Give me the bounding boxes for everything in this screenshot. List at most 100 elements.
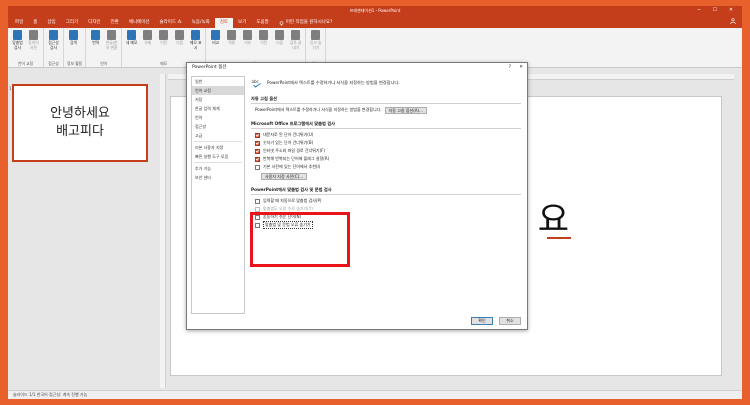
options-nav: 일반 언어 교정 저장 한글 입력 체계 언어 접근성 고급 리본 사용자 지정… (191, 76, 245, 314)
tab-file[interactable]: 파일 (10, 18, 28, 28)
checkbox[interactable] (255, 140, 260, 146)
ribbon-button[interactable]: 접근성 검사 (47, 30, 60, 60)
title-bar: 프레젠테이션1 - PowerPoint ─ ☐ ✕ (8, 6, 742, 16)
autocorrect-options-button[interactable]: 자동 고침 옵션(A)... (384, 106, 427, 114)
checkbox-row: 입력할 때 자동으로 맞춤법 검사(P) (251, 197, 521, 205)
nav-korean-input[interactable]: 한글 입력 체계 (192, 104, 244, 113)
tab-animations[interactable]: 애니메이션 (124, 18, 155, 28)
tab-transitions[interactable]: 전환 (106, 18, 124, 28)
ribbon-button[interactable]: 동의어 사전 (27, 30, 40, 60)
nav-trust-center[interactable]: 보안 센터 (192, 173, 244, 182)
ribbon-button[interactable]: 다음 (173, 30, 186, 60)
ribbon-button[interactable]: 이전 (157, 30, 170, 60)
tab-home[interactable]: 홈 (28, 18, 42, 28)
minimize-button[interactable]: ─ (692, 7, 706, 15)
checkbox-row: 인터넷 주소와 파일 경로 건너뛰기(F) (251, 147, 521, 155)
ribbon-button[interactable]: 맞춤법 검사 (11, 30, 24, 60)
thumbnail-line-1: 안녕하세요 (50, 106, 110, 121)
checkbox[interactable] (255, 164, 260, 170)
checkbox[interactable] (255, 156, 260, 162)
ribbon-button-label: 동의어 사전 (28, 40, 39, 50)
maximize-button[interactable]: ☐ (708, 7, 722, 15)
checkbox-label: 인터넷 주소와 파일 경로 건너뛰기(F) (263, 148, 326, 153)
ribbon-button[interactable]: 이전 (257, 30, 270, 60)
tab-view[interactable]: 보기 (233, 18, 251, 28)
tab-draw[interactable]: 그리기 (61, 18, 83, 28)
nav-accessibility[interactable]: 접근성 (192, 122, 244, 131)
checkbox-label: 반복해 반복되는 단어에 플래그 설정(R) (263, 156, 330, 161)
checkbox (255, 206, 260, 212)
ribbon-button[interactable]: 한글/한자 변환 (105, 30, 118, 60)
ribbon-button-label: 다음 (176, 40, 184, 45)
nav-advanced[interactable]: 고급 (192, 131, 244, 140)
checkbox-label: 기본 사전에 있는 단어에서 추천(I) (263, 164, 321, 169)
ribbon-button-icon (175, 30, 185, 40)
nav-addins[interactable]: 추가 기능 (192, 164, 244, 173)
ribbon-button-label: 비교 (212, 40, 220, 45)
checkbox[interactable] (255, 132, 260, 138)
dialog-close-button[interactable]: ✕ (519, 63, 523, 73)
ribbon-button-label: 검토 끝내기 (289, 40, 302, 50)
ribbon-group: 맞춤법 검사 동의어 사전언어 교정 (8, 28, 44, 67)
nav-customize-ribbon[interactable]: 리본 사용자 지정 (192, 143, 244, 152)
custom-dictionary-row: 사용자 지정 사전(C)... (251, 172, 521, 180)
ribbon-button[interactable]: 검색 (67, 30, 80, 60)
ribbon-button-label: 이전 (260, 40, 268, 45)
help-button[interactable]: ? (509, 63, 511, 73)
ribbon-button[interactable]: 거부 (241, 30, 254, 60)
close-button[interactable]: ✕ (724, 7, 738, 15)
ribbon-button[interactable]: 메모 표시 (189, 30, 202, 60)
ribbon-button-label: 다음 (276, 40, 284, 45)
checkbox[interactable] (255, 148, 260, 154)
tab-help[interactable]: 도움말 (251, 18, 273, 28)
intro-text: PowerPoint에서 텍스트를 수정하거나 서식을 지정하는 방법을 변경합… (267, 80, 400, 85)
section-divider (251, 128, 521, 129)
share-icon[interactable] (730, 18, 736, 26)
autocorrect-desc: PowerPoint에서 텍스트를 수정하거나 서식을 지정하는 방법을 변경합… (255, 107, 382, 112)
checkbox[interactable] (255, 198, 260, 204)
nav-language[interactable]: 언어 (192, 113, 244, 122)
tab-design[interactable]: 디자인 (83, 18, 105, 28)
checkbox-row: 대문자로 된 단어 건너뛰기(U) (251, 131, 521, 139)
tell-me-box[interactable]: 어떤 작업을 원하시나요? (274, 18, 338, 28)
ribbon-button[interactable]: 다음 (273, 30, 286, 60)
ribbon-button[interactable]: 검토 끝내기 (289, 30, 302, 60)
slide-big-text: 요 (537, 200, 569, 240)
custom-dictionary-button[interactable]: 사용자 지정 사전(C)... (261, 172, 308, 180)
ribbon-button-icon (127, 30, 137, 40)
ribbon-group-label: 언어 교정 (17, 61, 34, 66)
nav-general[interactable]: 일반 (192, 77, 244, 86)
ribbon-group: 접근성 검사 접근성 (44, 28, 64, 67)
lightbulb-icon (279, 20, 284, 25)
ribbon-button-icon (227, 30, 237, 40)
ribbon-button-icon (311, 30, 321, 40)
ribbon-button[interactable]: 잉크 숨기기 (309, 30, 322, 60)
tab-record[interactable]: 녹음/녹화 (187, 18, 215, 28)
dialog-title: PowerPoint 옵션 (192, 65, 227, 70)
ribbon-button[interactable]: 비교 (209, 30, 222, 60)
ribbon-button[interactable]: 적용 (225, 30, 238, 60)
nav-proofing[interactable]: 언어 교정 (192, 86, 244, 95)
autocorrect-row: PowerPoint에서 텍스트를 수정하거나 서식을 지정하는 방법을 변경합… (251, 106, 521, 114)
dialog-footer: 확인 취소 (471, 317, 521, 325)
tab-insert[interactable]: 삽입 (42, 18, 60, 28)
ribbon-button-icon (49, 30, 58, 40)
tab-review[interactable]: 검토 (214, 18, 234, 28)
ribbon-group: 검색 정보 활용 (64, 28, 87, 67)
cancel-button[interactable]: 취소 (499, 317, 521, 325)
ribbon-button-label: 거부 (244, 40, 252, 45)
ribbon-button-icon (159, 30, 169, 40)
slide-thumbnail[interactable]: 안녕하세요 배고피다 (12, 84, 148, 162)
ok-button[interactable]: 확인 (471, 317, 493, 325)
nav-quick-access[interactable]: 빠른 실행 도구 모음 (192, 152, 244, 161)
tab-slideshow[interactable]: 슬라이드 쇼 (155, 18, 187, 28)
checkbox-row: 반복해 반복되는 단어에 플래그 설정(R) (251, 155, 521, 163)
ribbon-button[interactable]: 번역 (89, 30, 102, 60)
ribbon-button-label: 이전 (160, 40, 168, 45)
ribbon-button[interactable]: 삭제 (141, 30, 154, 60)
checkbox-label: 대문자로 된 단어 건너뛰기(U) (263, 132, 314, 137)
ribbon-button[interactable]: 새 메모 (125, 30, 138, 60)
office-options-list: 대문자로 된 단어 건너뛰기(U) 숫자가 있는 단어 건너뛰기(B) 인터넷 주소… (251, 131, 521, 171)
svg-text:abc: abc (252, 79, 259, 84)
nav-save[interactable]: 저장 (192, 95, 244, 104)
